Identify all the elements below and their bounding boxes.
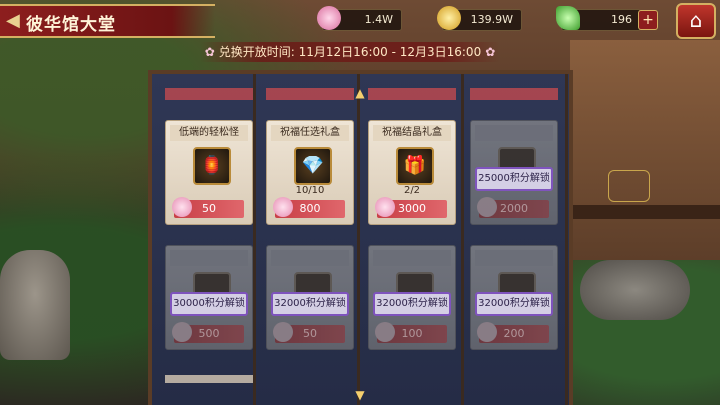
sakura-petal-icon xyxy=(477,197,497,217)
home-button[interactable]: ⌂ xyxy=(676,3,716,39)
back-arrow-icon[interactable]: ◀ xyxy=(6,11,20,31)
title-bar: ◀ 彼华馆大堂 xyxy=(0,4,215,38)
jade-leaf-icon xyxy=(556,6,580,30)
price-value: 100 xyxy=(401,327,423,340)
locked-shop-card[interactable]: 25000积分解锁 2000 xyxy=(470,120,558,225)
gold-amount: 139.9W xyxy=(470,13,513,26)
price-button: 200 xyxy=(477,322,549,343)
card-name: 祝福任选礼盒 xyxy=(271,125,349,141)
gold-currency: 139.9W xyxy=(437,6,522,31)
locked-shop-card[interactable]: 32000积分解锁 50 xyxy=(266,245,354,350)
previous-row-card xyxy=(266,88,354,100)
jade-currency: 196 xyxy=(556,6,641,31)
gift-box-icon: 🎁 xyxy=(396,147,434,185)
unlock-requirement: 32000积分解锁 xyxy=(271,292,349,316)
card-name xyxy=(475,250,553,266)
veranda-rail xyxy=(570,205,720,219)
hanging-lamp xyxy=(608,170,650,202)
sakura-petal-icon xyxy=(317,6,341,30)
scroll-down-icon[interactable]: ▼ xyxy=(352,388,368,402)
locked-shop-card[interactable]: 32000积分解锁 200 xyxy=(470,245,558,350)
unlock-requirement: 30000积分解锁 xyxy=(170,292,248,316)
page-title: 彼华馆大堂 xyxy=(26,15,116,35)
locked-shop-card[interactable]: 30000积分解锁 500 xyxy=(165,245,253,350)
shop-card[interactable]: 祝福结晶礼盒 🎁 2/2 3000 xyxy=(368,120,456,225)
treasure-chest-icon: 💎 xyxy=(294,147,332,185)
stone-lantern xyxy=(0,250,70,360)
flower-icon: ✿ xyxy=(485,45,496,59)
exchange-time-banner: ✿ 兑换开放时间: 11月12日16:00 - 12月3日16:00 ✿ xyxy=(200,42,500,62)
card-name: 祝福结晶礼盒 xyxy=(373,125,451,141)
price-button[interactable]: 3000 xyxy=(375,197,447,218)
flower-icon: ✿ xyxy=(204,45,215,59)
home-icon: ⌂ xyxy=(689,8,703,32)
petal-currency: 1.4W xyxy=(317,6,402,31)
card-name xyxy=(475,125,553,141)
card-name xyxy=(271,250,349,266)
unlock-requirement: 32000积分解锁 xyxy=(373,292,451,316)
wooden-wall xyxy=(570,40,720,260)
price-value: 500 xyxy=(198,327,220,340)
price-button: 500 xyxy=(172,322,244,343)
price-button: 50 xyxy=(273,322,345,343)
card-name xyxy=(170,250,248,266)
price-value: 200 xyxy=(503,327,525,340)
price-value: 800 xyxy=(299,202,321,215)
price-value: 50 xyxy=(303,327,317,340)
purchase-limit: 2/2 xyxy=(403,185,421,196)
card-name xyxy=(373,250,451,266)
price-value: 2000 xyxy=(500,202,528,215)
price-button: 2000 xyxy=(477,197,549,218)
gold-coin-icon xyxy=(437,6,461,30)
sakura-petal-icon xyxy=(172,197,192,217)
price-button[interactable]: 50 xyxy=(172,197,244,218)
unlock-requirement: 25000积分解锁 xyxy=(475,167,553,191)
unlock-requirement: 32000积分解锁 xyxy=(475,292,553,316)
sakura-petal-icon xyxy=(375,197,395,217)
add-jade-button[interactable]: + xyxy=(638,10,658,30)
sakura-petal-icon xyxy=(273,197,293,217)
shop-card[interactable]: 祝福任选礼盒 💎 10/10 800 xyxy=(266,120,354,225)
next-row-card xyxy=(165,375,253,383)
previous-row-card xyxy=(165,88,253,100)
sakura-petal-icon xyxy=(477,322,497,342)
price-value: 3000 xyxy=(398,202,426,215)
purchase-limit: 10/10 xyxy=(295,185,325,196)
exchange-time-text: 兑换开放时间: 11月12日16:00 - 12月3日16:00 xyxy=(218,45,482,59)
card-name: 低端的轻松怪 xyxy=(170,125,248,141)
sakura-petal-icon xyxy=(375,322,395,342)
price-button: 100 xyxy=(375,322,447,343)
shop-card[interactable]: 低端的轻松怪 🏮 50 xyxy=(165,120,253,225)
previous-row-card xyxy=(470,88,558,100)
previous-row-card xyxy=(368,88,456,100)
sakura-petal-icon xyxy=(273,322,293,342)
jade-amount: 196 xyxy=(611,13,632,26)
petal-amount: 1.4W xyxy=(364,13,393,26)
locked-shop-card[interactable]: 32000积分解锁 100 xyxy=(368,245,456,350)
price-button[interactable]: 800 xyxy=(273,197,345,218)
price-value: 50 xyxy=(202,202,216,215)
doll-icon: 🏮 xyxy=(193,147,231,185)
scroll-up-icon[interactable]: ▲ xyxy=(352,86,368,100)
garden-rock xyxy=(580,260,690,320)
sakura-petal-icon xyxy=(172,322,192,342)
